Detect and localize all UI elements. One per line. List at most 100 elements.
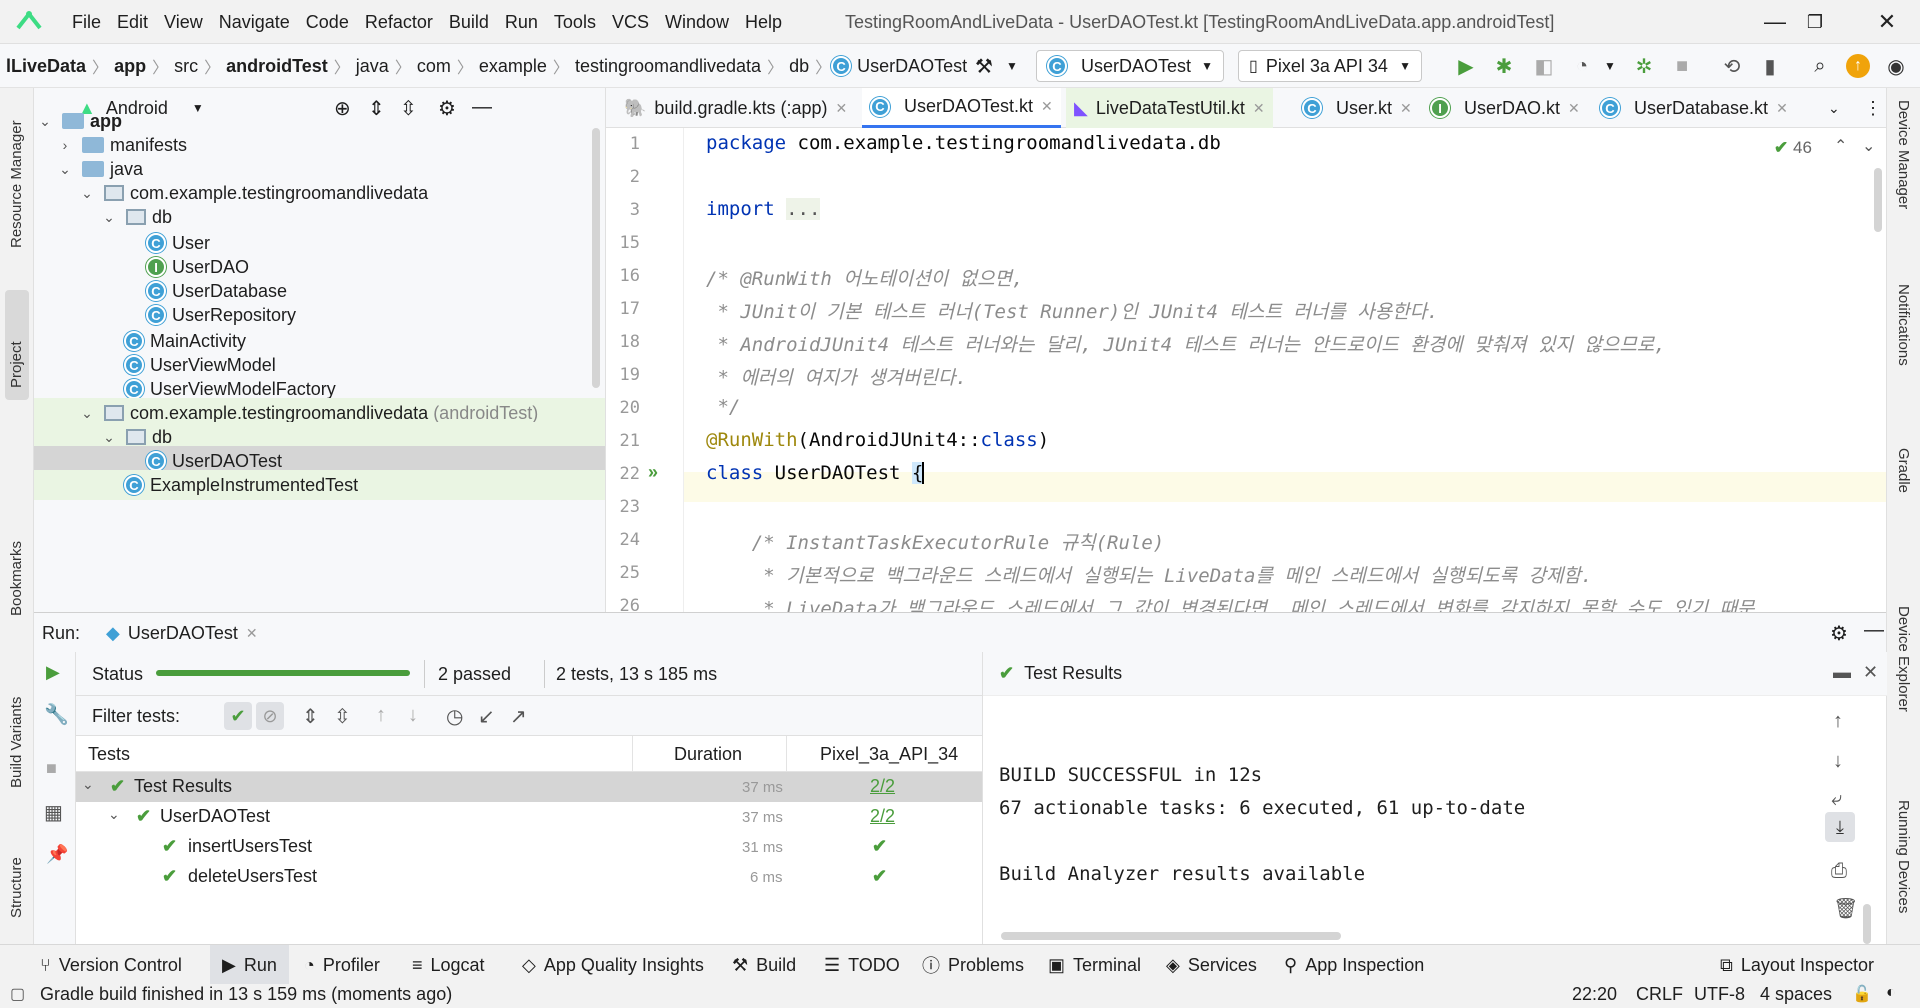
close-icon[interactable]: ✕ [836, 100, 848, 117]
menu-tools[interactable]: Tools [548, 0, 602, 44]
file-encoding[interactable]: UTF-8 [1694, 984, 1745, 1005]
hide-panel-icon[interactable]: — [1864, 619, 1884, 642]
column-duration[interactable]: Duration [674, 744, 742, 765]
stop-icon[interactable]: ■ [46, 758, 57, 779]
console-vertical-scrollbar[interactable] [1863, 904, 1871, 944]
chevron-down-icon[interactable]: ▼ [1596, 52, 1624, 80]
layout-icon[interactable]: ▦ [44, 800, 63, 825]
table-row[interactable]: ⌄ ✔ UserDAOTest 37 ms 2/2 [76, 802, 982, 832]
tool-terminal[interactable]: ▣ Terminal [1048, 945, 1141, 985]
resource-manager-tab[interactable]: Resource Manager [8, 98, 25, 248]
crumb-package[interactable]: testingroomandlivedata [569, 56, 767, 77]
menu-vcs[interactable]: VCS [606, 0, 655, 44]
test-result[interactable]: 2/2 [870, 776, 895, 797]
menu-help[interactable]: Help [739, 0, 788, 44]
close-icon[interactable]: ✕ [1776, 100, 1788, 117]
maximize-icon[interactable]: ▬ [1833, 662, 1851, 683]
trash-icon[interactable]: 🗑 [1833, 896, 1858, 921]
running-devices-tab[interactable]: Running Devices [1895, 800, 1912, 913]
lock-icon[interactable]: 🔓 [1852, 984, 1872, 1004]
tool-layout-inspector[interactable]: ⧉ Layout Inspector [1720, 945, 1874, 985]
show-passed-toggle[interactable]: ✔ [224, 702, 252, 730]
tool-app-inspection[interactable]: ⚲ App Inspection [1284, 945, 1424, 985]
gradle-tab[interactable]: Gradle [1895, 448, 1912, 493]
close-icon[interactable]: ✕ [1568, 100, 1580, 117]
table-row[interactable]: ⌄ ✔ Test Results 37 ms 2/2 [76, 772, 982, 802]
tab-user[interactable]: C User.kt ✕ [1294, 88, 1420, 128]
sync-icon[interactable]: ⟲ [1718, 52, 1746, 80]
console-horizontal-scrollbar[interactable] [1001, 932, 1341, 940]
tool-version-control[interactable]: ⑂ Version Control [40, 945, 182, 985]
crumb-java[interactable]: java [350, 56, 395, 77]
import-icon[interactable]: ↙ [478, 704, 495, 729]
rerun-icon[interactable]: ▶ [46, 662, 60, 683]
tool-app-quality-insights[interactable]: ◇ App Quality Insights [522, 945, 704, 985]
test-result[interactable]: 2/2 [870, 806, 895, 827]
run-config-select[interactable]: C UserDAOTest ▼ [1036, 50, 1224, 82]
tool-build[interactable]: ⚒ Build [732, 945, 796, 985]
column-device[interactable]: Pixel_3a_API_34 [820, 744, 958, 765]
tool-profiler[interactable]: ◔ Profiler [304, 945, 380, 985]
run-tab-userdaotest[interactable]: ◆ UserDAOTest ✕ [106, 613, 258, 653]
scroll-to-end-icon[interactable]: ⤓ [1825, 812, 1855, 842]
close-icon[interactable]: ✕ [1041, 98, 1053, 115]
tool-problems[interactable]: ⓘ Problems [922, 945, 1024, 985]
crumb-com[interactable]: com [411, 56, 457, 77]
menu-run[interactable]: Run [499, 0, 544, 44]
status-message[interactable]: Gradle build finished in 13 s 159 ms (mo… [40, 984, 452, 1005]
chevron-down-icon[interactable]: ▼ [998, 52, 1026, 80]
editor-scrollbar[interactable] [1874, 168, 1882, 232]
attach-debugger-icon[interactable]: ✲ [1630, 52, 1658, 80]
table-row[interactable]: ✔ insertUsersTest 31 ms ✔ [76, 832, 982, 862]
crumb-app[interactable]: app [108, 56, 152, 77]
menu-code[interactable]: Code [300, 0, 355, 44]
account-icon[interactable]: ◉ [1882, 52, 1910, 80]
crumb-src[interactable]: src [168, 56, 204, 77]
tool-logcat[interactable]: ≡ Logcat [412, 945, 485, 985]
debug-icon[interactable]: ✱ [1490, 52, 1518, 80]
expand-all-icon[interactable]: ⇕ [302, 704, 319, 729]
history-icon[interactable]: ◷ [446, 704, 463, 729]
menu-window[interactable]: Window [659, 0, 735, 44]
device-manager-tab[interactable]: Device Manager [1895, 100, 1912, 209]
collapse-all-icon[interactable]: ⇳ [334, 704, 351, 729]
column-tests[interactable]: Tests [88, 744, 130, 765]
wrench-icon[interactable]: 🔧 [44, 702, 69, 727]
status-toggle-icon[interactable]: ▢ [10, 984, 25, 1004]
close-icon[interactable]: ✕ [1253, 100, 1265, 117]
profile-icon[interactable]: ◔ [1568, 52, 1596, 80]
close-window-button[interactable]: ✕ [1858, 0, 1916, 44]
menu-build[interactable]: Build [443, 0, 495, 44]
crumb-project[interactable]: lLiveData [0, 56, 92, 77]
crumb-db[interactable]: db [783, 56, 815, 77]
notifications-tab[interactable]: Notifications [1895, 284, 1912, 366]
arrow-up-icon[interactable]: ↑ [1833, 710, 1843, 733]
device-select[interactable]: ▯ Pixel 3a API 34 ▼ [1238, 50, 1422, 82]
stop-icon[interactable]: ■ [1668, 52, 1696, 80]
run-test-gutter-icon[interactable]: » [648, 462, 658, 483]
close-icon[interactable]: ✕ [1400, 100, 1412, 117]
line-separator[interactable]: CRLF [1636, 984, 1683, 1005]
export-icon[interactable]: ↗ [510, 704, 527, 729]
indent-setting[interactable]: 4 spaces [1760, 984, 1832, 1005]
project-tab[interactable]: Project [8, 298, 25, 388]
tool-todo[interactable]: ☰ TODO [824, 945, 900, 985]
tab-list-button[interactable]: ⌄ [1820, 88, 1848, 128]
gear-icon[interactable]: ⚙ [1830, 621, 1848, 646]
menu-navigate[interactable]: Navigate [213, 0, 296, 44]
update-icon[interactable]: ↑ [1844, 52, 1872, 80]
chevron-up-icon[interactable]: ⌃ [1834, 136, 1847, 156]
restore-button[interactable]: ❐ [1786, 0, 1844, 44]
caret-position[interactable]: 22:20 [1572, 984, 1617, 1005]
coverage-icon[interactable]: ◧ [1530, 52, 1558, 80]
table-row[interactable]: ✔ deleteUsersTest 6 ms ✔ [76, 862, 982, 892]
arrow-up-icon[interactable]: ↑ [376, 704, 386, 727]
editor-more-button[interactable]: ⋮ [1856, 88, 1890, 128]
device-explorer-tab[interactable]: Device Explorer [1895, 606, 1912, 712]
hammer-icon[interactable]: ⚒ [970, 52, 998, 80]
build-variants-tab[interactable]: Build Variants [8, 678, 25, 788]
inspection-widget[interactable]: ✔ 46 [1774, 138, 1812, 158]
tab-build-gradle[interactable]: 🐘 build.gradle.kts (:app) ✕ [616, 88, 855, 128]
project-scrollbar[interactable] [592, 128, 600, 388]
menu-file[interactable]: File [66, 0, 107, 44]
